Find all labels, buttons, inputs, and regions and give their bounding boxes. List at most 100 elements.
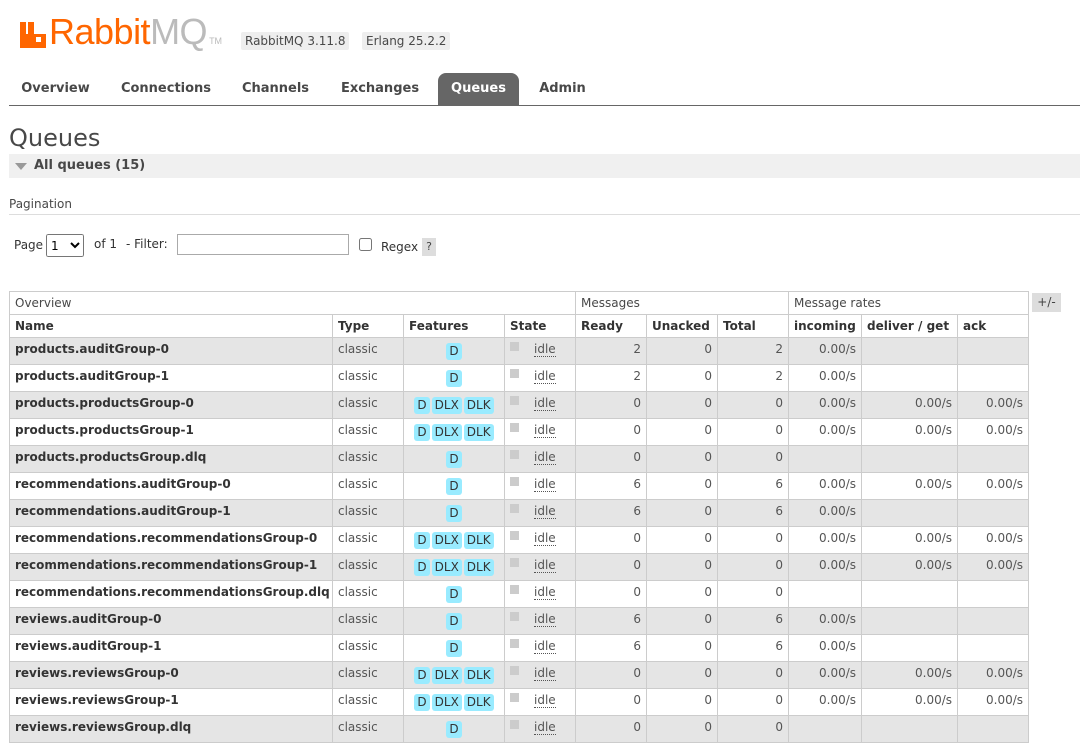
- feature-badge: D: [446, 478, 462, 495]
- rate-ack: 0.00/s: [957, 688, 1030, 716]
- tab-channels[interactable]: Channels: [230, 73, 321, 105]
- queue-name-link[interactable]: products.productsGroup-0: [9, 391, 333, 419]
- rate-deliver-get: 0.00/s: [861, 391, 959, 419]
- table-row: reviews.auditGroup-0 classic Didle 6 0 6 0.00/…: [9, 607, 1030, 635]
- column-header-ready[interactable]: Ready: [575, 314, 647, 338]
- queue-name-link[interactable]: recommendations.recommendationsGroup.dlq: [9, 580, 333, 608]
- queue-type: classic: [332, 337, 404, 365]
- state-indicator-icon: [510, 612, 519, 621]
- filter-input[interactable]: [177, 234, 349, 255]
- messages-unacked: 0: [646, 634, 718, 662]
- queue-name-link[interactable]: recommendations.recommendationsGroup-0: [9, 526, 333, 554]
- column-header-ack[interactable]: ack: [957, 314, 1030, 338]
- messages-total: 0: [716, 661, 790, 689]
- column-header-type[interactable]: Type: [332, 314, 404, 338]
- regex-checkbox[interactable]: [359, 238, 372, 251]
- queue-name-link[interactable]: reviews.auditGroup-0: [9, 607, 333, 635]
- messages-ready: 0: [575, 418, 647, 446]
- messages-unacked: 0: [646, 526, 718, 554]
- page-select[interactable]: 1: [46, 234, 84, 257]
- column-header-name[interactable]: Name: [9, 314, 333, 338]
- queue-name-link[interactable]: reviews.reviewsGroup.dlq: [9, 715, 333, 743]
- tab-exchanges[interactable]: Exchanges: [329, 73, 431, 105]
- queue-name-link[interactable]: products.productsGroup-1: [9, 418, 333, 446]
- rate-ack: 0.00/s: [957, 661, 1030, 689]
- feature-badge: D: [414, 667, 430, 684]
- messages-unacked: 0: [646, 580, 718, 608]
- feature-badge: DLK: [463, 667, 494, 684]
- rate-incoming: [788, 580, 863, 608]
- queue-features: D: [403, 715, 505, 743]
- rate-deliver-get: [861, 607, 959, 635]
- group-header-messages: Messages: [574, 291, 790, 315]
- all-queues-section-toggle[interactable]: All queues (15): [9, 154, 1080, 178]
- messages-ready: 6: [575, 607, 647, 635]
- rate-deliver-get: 0.00/s: [861, 418, 959, 446]
- regex-help-button[interactable]: ?: [422, 238, 436, 256]
- queue-features: D: [403, 337, 505, 365]
- state-indicator-icon: [510, 450, 519, 459]
- columns-toggle-button[interactable]: +/-: [1032, 293, 1061, 312]
- tab-queues[interactable]: Queues: [438, 73, 519, 105]
- page-label: Page: [14, 238, 44, 252]
- feature-badge: DLK: [463, 424, 494, 441]
- messages-ready: 0: [575, 688, 647, 716]
- table-row: recommendations.recommendationsGroup-1 cl…: [9, 553, 1030, 581]
- tab-connections[interactable]: Connections: [110, 73, 222, 105]
- rate-incoming: 0.00/s: [788, 337, 863, 365]
- table-row: reviews.auditGroup-1 classic Didle 6 0 6 0.00/…: [9, 634, 1030, 662]
- column-header-state[interactable]: State: [504, 314, 576, 338]
- queue-name-link[interactable]: products.productsGroup.dlq: [9, 445, 333, 473]
- queue-rows: products.auditGroup-0 classic Didle 2 0 2 0.00…: [9, 337, 1030, 743]
- column-header-unacked[interactable]: Unacked: [646, 314, 718, 338]
- table-row: products.productsGroup.dlq classic Didle 0 0…: [9, 445, 1030, 473]
- column-header-deliver-get[interactable]: deliver / get: [861, 314, 959, 338]
- rate-incoming: 0.00/s: [788, 634, 863, 662]
- messages-unacked: 0: [646, 337, 718, 365]
- rate-ack: 0.00/s: [957, 553, 1030, 581]
- column-header-incoming[interactable]: incoming: [788, 314, 863, 338]
- queue-name-link[interactable]: recommendations.auditGroup-1: [9, 499, 333, 527]
- erlang-version-badge: Erlang 25.2.2: [362, 32, 451, 50]
- queue-features: D DLX DLK: [403, 553, 505, 581]
- queue-state: idle: [504, 634, 576, 662]
- rate-deliver-get: 0.00/s: [861, 553, 959, 581]
- state-text: idle: [534, 423, 556, 438]
- tab-admin[interactable]: Admin: [527, 73, 598, 105]
- rabbitmq-logo[interactable]: RabbitMQ TM: [19, 14, 222, 50]
- column-header-features[interactable]: Features: [403, 314, 505, 338]
- messages-unacked: 0: [646, 499, 718, 527]
- queue-name-link[interactable]: reviews.reviewsGroup-1: [9, 688, 333, 716]
- header: RabbitMQ TM RabbitMQ 3.11.8 Erlang 25.2.…: [0, 0, 1080, 70]
- queue-name-link[interactable]: products.auditGroup-1: [9, 364, 333, 392]
- messages-total: 0: [716, 553, 790, 581]
- messages-ready: 0: [575, 391, 647, 419]
- queue-type: classic: [332, 634, 404, 662]
- logo-tm: TM: [209, 36, 223, 46]
- rate-incoming: 0.00/s: [788, 661, 863, 689]
- state-text: idle: [534, 558, 556, 573]
- filter-label: - Filter:: [126, 237, 168, 251]
- messages-unacked: 0: [646, 553, 718, 581]
- rate-deliver-get: [861, 337, 959, 365]
- messages-total: 6: [716, 499, 790, 527]
- queue-state: idle: [504, 688, 576, 716]
- rate-ack: [957, 580, 1030, 608]
- queue-name-link[interactable]: reviews.reviewsGroup-0: [9, 661, 333, 689]
- queue-name-link[interactable]: products.auditGroup-0: [9, 337, 333, 365]
- feature-badge: D: [446, 613, 462, 630]
- queue-type: classic: [332, 391, 404, 419]
- state-text: idle: [534, 639, 556, 654]
- column-header-total[interactable]: Total: [716, 314, 790, 338]
- state-text: idle: [534, 585, 556, 600]
- queues-table: Overview Messages Message rates Name Typ…: [9, 291, 1030, 743]
- queue-name-link[interactable]: recommendations.auditGroup-0: [9, 472, 333, 500]
- queue-name-link[interactable]: reviews.auditGroup-1: [9, 634, 333, 662]
- table-row: recommendations.auditGroup-1 classic Didle…: [9, 499, 1030, 527]
- queue-state: idle: [504, 418, 576, 446]
- queue-name-link[interactable]: recommendations.recommendationsGroup-1: [9, 553, 333, 581]
- tab-overview[interactable]: Overview: [9, 73, 102, 105]
- state-text: idle: [534, 369, 556, 384]
- rate-incoming: [788, 445, 863, 473]
- state-indicator-icon: [510, 423, 519, 432]
